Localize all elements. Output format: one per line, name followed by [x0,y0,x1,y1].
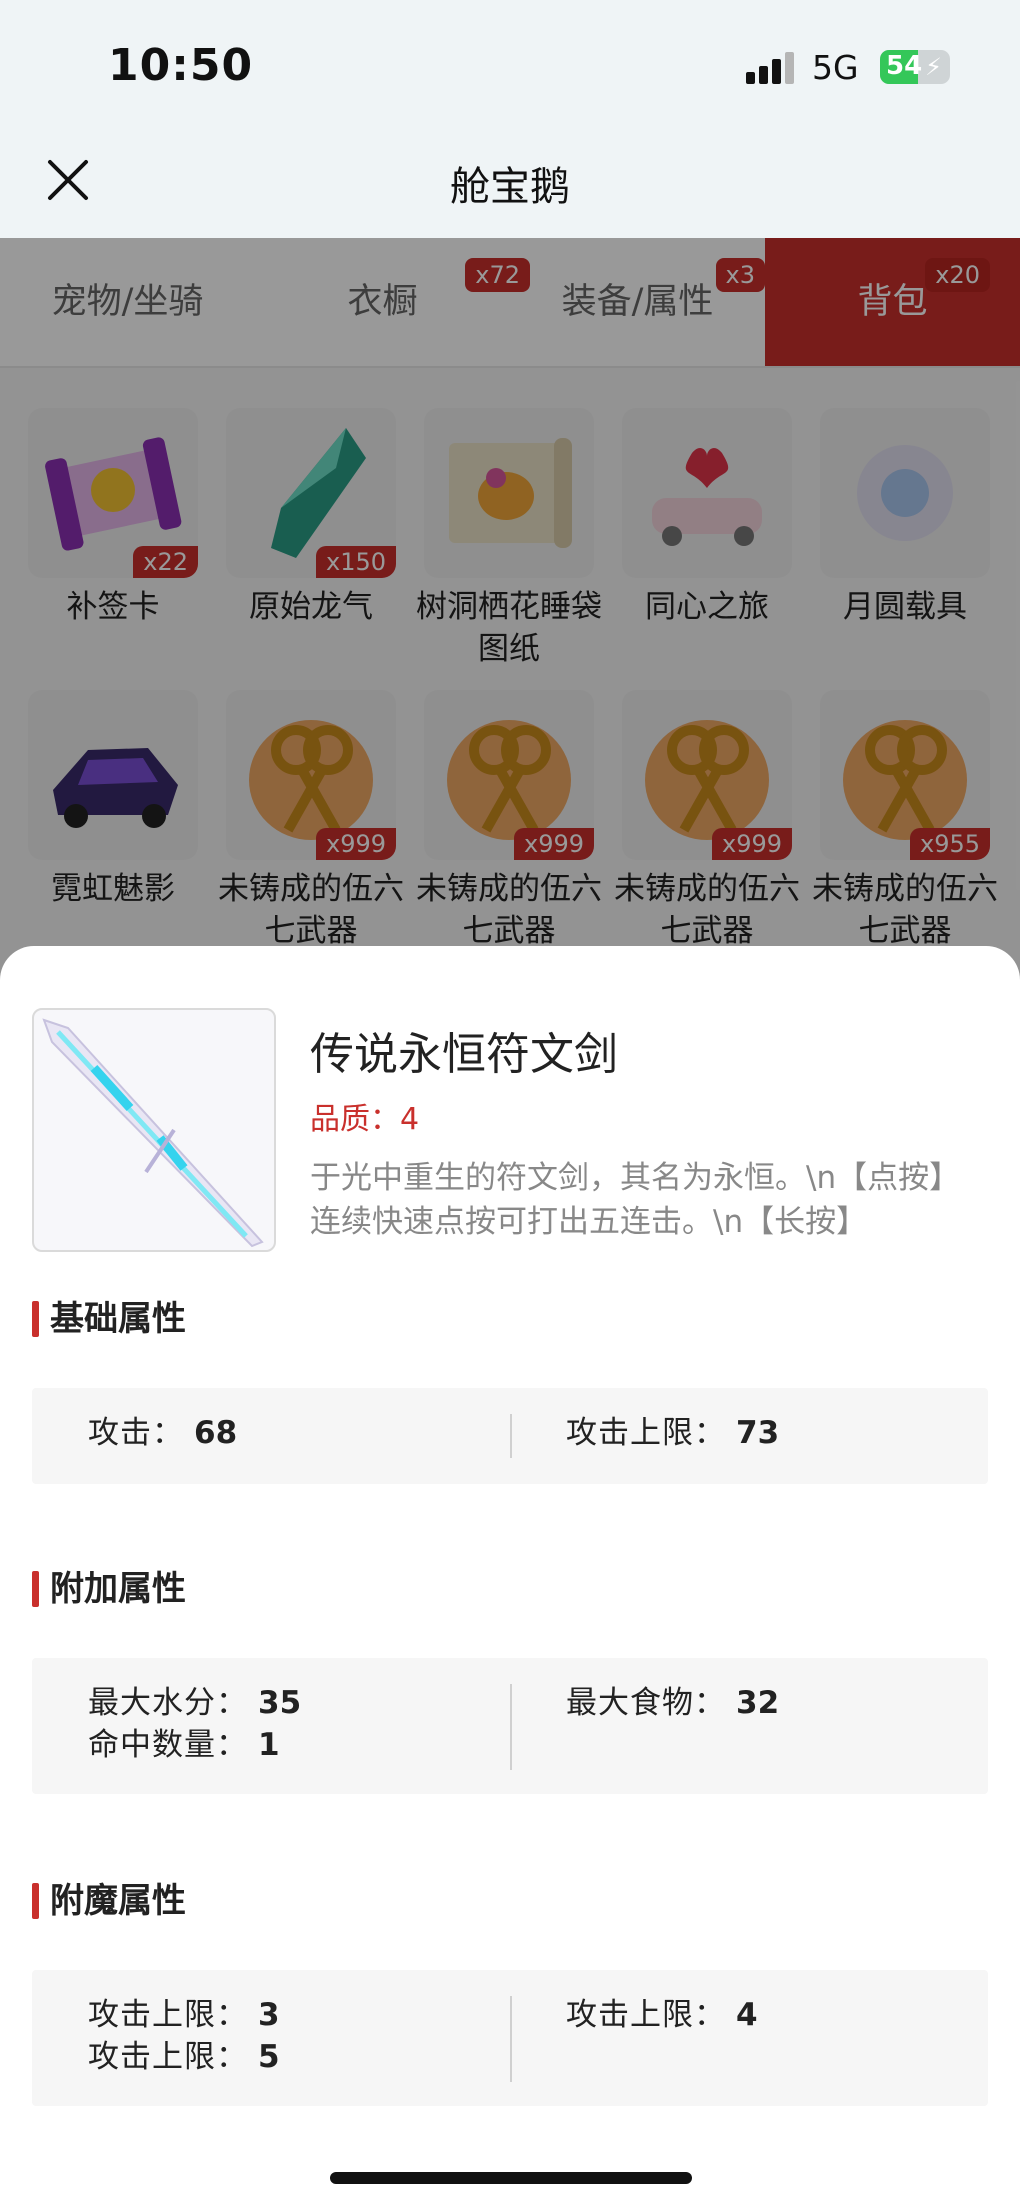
attribute-label: 最大水分： [88,1685,248,1721]
attribute-row: 命中数量： 1 [88,1724,301,1766]
attribute-value: 73 [736,1415,780,1451]
attribute-column-left: 攻击上限： 3 攻击上限： 5 [88,1994,280,2078]
attribute-box-extra: 最大水分： 35 命中数量： 1 最大食物： 32 [32,1658,988,1794]
attribute-column-right: 攻击上限： 73 [566,1412,779,1454]
battery-level: 54 [886,51,923,81]
attribute-value: 3 [258,1997,280,2033]
attribute-label: 最大食物： [566,1685,726,1721]
item-image [32,1008,276,1252]
attribute-row: 攻击上限： 5 [88,2036,280,2078]
attribute-row: 最大水分： 35 [88,1682,301,1724]
section-title-basic: 基础属性 [32,1298,186,1340]
attribute-label: 攻击： [88,1415,184,1451]
attribute-box-basic: 攻击： 68 攻击上限： 73 [32,1388,988,1484]
section-title-enchant: 附魔属性 [32,1880,186,1922]
attribute-row: 攻击上限： 3 [88,1994,280,2036]
home-indicator[interactable] [330,2172,692,2184]
attribute-label: 攻击上限： [88,2039,248,2075]
item-title: 传说永恒符文剑 [310,1029,618,1080]
item-description: 于光中重生的符文剑，其名为永恒。\n【点按】连续快速点按可打出五连击。\n【长按… [310,1160,961,1240]
attribute-value: 35 [258,1685,302,1721]
attribute-column-right: 攻击上限： 4 [566,1994,758,2036]
item-detail-sheet: 传说永恒符文剑 品质：4 于光中重生的符文剑，其名为永恒。\n【点按】连续快速点… [0,946,1020,2207]
cellular-signal-icon [746,52,794,84]
attribute-label: 攻击上限： [566,1997,726,2033]
charging-bolt-icon: ⚡ [925,53,942,81]
item-quality: 品质：4 [310,1102,420,1137]
attribute-value: 4 [736,1997,758,2033]
top-bar: 10:50 5G 54 ⚡ 舱宝鹅 [0,0,1020,238]
attribute-row: 攻击： 68 [88,1412,237,1454]
attribute-column-left: 攻击： 68 [88,1412,237,1454]
divider [510,1414,512,1458]
attribute-row: 攻击上限： 73 [566,1412,779,1454]
attribute-box-enchant: 攻击上限： 3 攻击上限： 5 攻击上限： 4 [32,1970,988,2106]
divider [510,1684,512,1770]
divider [510,1996,512,2082]
attribute-column-right: 最大食物： 32 [566,1682,779,1724]
rune-sword-icon [42,1018,264,1248]
status-time: 10:50 [108,40,254,91]
attribute-label: 攻击上限： [88,1997,248,2033]
battery-icon: 54 ⚡ [880,50,950,84]
attribute-label: 命中数量： [88,1727,248,1763]
section-title-extra: 附加属性 [32,1568,186,1610]
attribute-value: 68 [194,1415,238,1451]
attribute-value: 1 [258,1727,280,1763]
attribute-column-left: 最大水分： 35 命中数量： 1 [88,1682,301,1766]
attribute-row: 攻击上限： 4 [566,1994,758,2036]
attribute-row: 最大食物： 32 [566,1682,779,1724]
attribute-label: 攻击上限： [566,1415,726,1451]
page-title: 舱宝鹅 [450,164,570,210]
attribute-value: 32 [736,1685,780,1721]
attribute-value: 5 [258,2039,280,2075]
network-type: 5G [812,48,859,87]
